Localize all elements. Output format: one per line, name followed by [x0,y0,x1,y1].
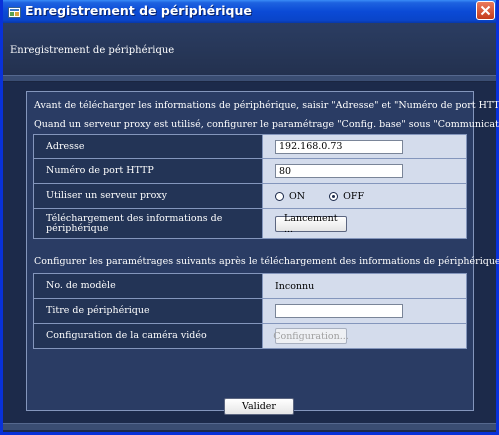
camera-config-cell: Configuration... [263,324,466,348]
address-cell [263,135,466,158]
device-title-cell [263,299,466,323]
address-input[interactable] [275,139,403,154]
model-row: No. de modèle Inconnu [33,273,467,299]
model-label: No. de modèle [34,274,263,298]
download-cell: Lancement ... [263,209,466,238]
port-row: Numéro de port HTTP [33,158,467,184]
proxy-off-radio[interactable]: OFF [329,191,364,202]
app-icon [8,4,21,18]
window-title: Enregistrement de périphérique [25,3,252,18]
title-bar[interactable]: Enregistrement de périphérique [0,0,496,23]
info-note-2: Quand un serveur proxy est utilisé, conf… [34,119,499,130]
device-title-input[interactable] [275,304,403,318]
page-title: Enregistrement de périphérique [10,45,175,56]
radio-off-icon [275,191,284,201]
info-note-1: Avant de télécharger les informations de… [34,100,499,111]
registration-panel: Avant de télécharger les informations de… [26,91,499,415]
content-area: Avant de télécharger les informations de… [3,82,499,432]
port-cell [263,159,466,183]
proxy-on-label: ON [289,190,306,202]
model-value: Inconnu [263,274,466,298]
device-title-row: Titre de périphérique [33,298,467,324]
port-input[interactable] [275,164,403,178]
radio-selected-icon [329,191,339,201]
camera-config-label: Configuration de la caméra vidéo [34,324,263,348]
download-button[interactable]: Lancement ... [275,213,347,235]
camera-config-button[interactable]: Configuration... [273,328,349,344]
proxy-on-radio[interactable]: ON [275,191,305,202]
info-note-3: Configurer les paramétrages suivants apr… [34,256,499,267]
device-title-label: Titre de périphérique [34,299,263,323]
close-icon [480,5,491,16]
page-header: Enregistrement de périphérique [3,23,496,75]
close-button[interactable] [476,1,495,20]
download-row: Téléchargement des informations de périp… [33,208,467,239]
footer-divider [3,423,496,430]
submit-button[interactable]: Valider [224,398,294,415]
proxy-off-label: OFF [343,190,365,202]
dialog-window: Enregistrement de périphérique Enregistr… [0,0,499,435]
proxy-cell: ON OFF [263,184,466,208]
camera-config-row: Configuration de la caméra vidéo Configu… [33,323,467,349]
proxy-row: Utiliser un serveur proxy ON OFF [33,183,467,209]
address-row: Adresse [33,134,467,159]
download-label: Téléchargement des informations de périp… [34,209,263,238]
address-label: Adresse [34,135,263,158]
port-label: Numéro de port HTTP [34,159,263,183]
header-divider [3,75,496,82]
proxy-label: Utiliser un serveur proxy [34,184,263,208]
